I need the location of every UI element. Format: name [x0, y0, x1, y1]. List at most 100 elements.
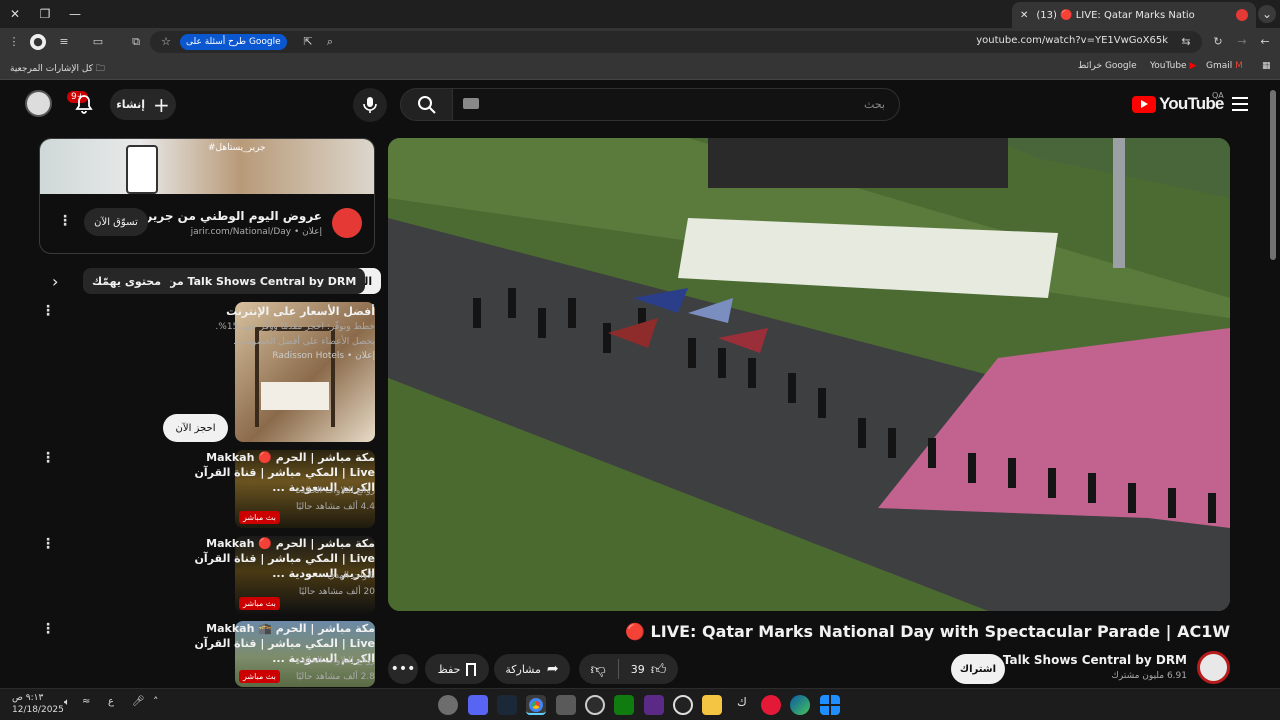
related-channel-3: روائع التلاوات الخالدة — [296, 656, 375, 666]
bell-icon[interactable] — [72, 93, 96, 117]
youtube-logo[interactable]: YouTube QA — [1132, 91, 1224, 114]
shop-now-button[interactable]: تسوّق الآن — [84, 208, 148, 236]
tab-youtube[interactable]: ✕ (13) 🔴 LIVE: Qatar Marks Natio — [1012, 2, 1256, 28]
reload-icon[interactable]: ↻ — [1210, 34, 1226, 50]
discord-icon[interactable] — [468, 695, 488, 715]
clock-time: ٩:١٣ ص — [12, 693, 44, 703]
channel-avatar[interactable] — [1197, 651, 1230, 684]
reading-list-icon[interactable]: ≡ — [56, 34, 72, 50]
file-explorer-icon[interactable] — [702, 695, 722, 715]
url-text: youtube.com/watch?v=YE1VwGoX65k — [976, 35, 1168, 46]
hotel-ad-more-icon[interactable]: ⋮ — [41, 304, 55, 318]
share-button[interactable]: مشاركة ➦ — [494, 654, 570, 684]
ad-card[interactable]: #جرير_يستاهل عروض اليوم الوطني من جرير إ… — [39, 138, 375, 254]
wifi-icon[interactable]: ≈ — [82, 696, 90, 707]
share-icon: ➦ — [546, 661, 559, 677]
subscribe-button[interactable]: اشتراك — [951, 654, 1005, 684]
tab-search-icon[interactable]: ⌄ — [1258, 5, 1276, 23]
browser-toolbar: ⋮ ● ≡ ▭ ⧉ ☆ طرح أسئلة على Google ⇱ ⌕ you… — [0, 28, 1280, 56]
cast-icon[interactable]: ▭ — [90, 34, 106, 50]
video-player[interactable] — [388, 138, 1230, 611]
ask-google-button[interactable]: طرح أسئلة على Google — [180, 34, 287, 50]
back-icon[interactable]: ← — [1257, 34, 1273, 50]
all-bookmarks-folder[interactable]: كل الإشارات المرجعية 🗀 — [10, 61, 105, 77]
ad-title[interactable]: عروض اليوم الوطني من جرير — [145, 209, 322, 223]
video-title: 🔴 LIVE: Qatar Marks National Day with Sp… — [625, 622, 1230, 641]
clock[interactable]: ٩:١٣ ص 12/18/2025 — [12, 692, 64, 716]
taskbar-app-icon[interactable] — [438, 695, 458, 715]
xbox-icon[interactable] — [614, 695, 634, 715]
chip-from-channel[interactable]: من Talk Shows Central by DRM — [158, 268, 366, 294]
lens-icon[interactable]: ⌕ — [322, 34, 338, 50]
hotel-ad-title[interactable]: أفضل الأسعار على الإنترنت — [185, 304, 375, 319]
hamburger-menu-icon[interactable] — [1232, 97, 1248, 111]
profile-icon[interactable]: ● — [30, 34, 46, 50]
phone-graphic — [126, 145, 158, 194]
live-badge: بث مباشر — [239, 670, 280, 683]
close-window-icon[interactable]: ✕ — [6, 5, 24, 23]
related-views-1: 4.4 ألف مشاهد حاليًا — [295, 502, 375, 512]
bookmarks-bar: كل الإشارات المرجعية 🗀 خرائط Google YouT… — [0, 56, 1280, 80]
windows-start-icon[interactable] — [820, 695, 840, 715]
save-button[interactable]: حفظ — [425, 654, 489, 684]
tab-close-icon[interactable]: ✕ — [1020, 10, 1028, 21]
maps-label: خرائط Google — [1078, 61, 1137, 71]
dislike-icon[interactable]: 👎︎ — [591, 660, 606, 679]
related-channel-1: روائع التلاوات الخالدة — [296, 486, 375, 496]
ad-sponsor: إعلان • jarir.com/National/Day — [190, 227, 322, 237]
page-scrollbar[interactable] — [1270, 90, 1276, 260]
microphone-icon — [363, 97, 377, 113]
obs-icon[interactable] — [585, 695, 605, 715]
windows-taskbar: ٩:١٣ ص 12/18/2025 🔈︎ ≈ ع 🎤︎ ˄ ك — [0, 688, 1280, 720]
voice-search-button[interactable] — [353, 88, 387, 122]
share-label: مشاركة — [505, 662, 541, 676]
chips-next-icon[interactable]: › — [52, 272, 58, 291]
address-bar[interactable]: ☆ طرح أسئلة على Google ⇱ ⌕ youtube.com/w… — [150, 31, 1202, 53]
bookmark-youtube[interactable]: YouTube ▶ — [1150, 61, 1196, 71]
chip-related[interactable]: محتوى يهمّك — [83, 268, 171, 294]
related-more-icon-3[interactable]: ⋮ — [41, 622, 55, 636]
input-language[interactable]: ع — [108, 696, 114, 707]
related-more-icon-2[interactable]: ⋮ — [41, 537, 55, 551]
apps-grid-icon[interactable]: ▦ — [1262, 61, 1271, 71]
edge-icon[interactable] — [790, 695, 810, 715]
gmail-label: Gmail — [1206, 61, 1233, 71]
book-now-button[interactable]: احجز الآن — [163, 414, 228, 442]
restore-window-icon[interactable]: ❐ — [36, 5, 54, 23]
ad-more-icon[interactable]: ⋮ — [58, 214, 72, 228]
like-icon[interactable]: 👍︎ — [651, 660, 667, 679]
forward-icon[interactable]: → — [1234, 34, 1250, 50]
volume-icon[interactable]: 🔈︎ — [64, 697, 70, 708]
nzxt-icon[interactable] — [644, 695, 664, 715]
share-page-icon[interactable]: ⇱ — [300, 34, 316, 50]
tray-overflow-icon[interactable]: ˄ — [153, 695, 159, 708]
more-actions-icon[interactable]: ••• — [388, 654, 418, 684]
settings-gear-icon[interactable] — [556, 695, 576, 715]
ad-banner-image[interactable]: #جرير_يستاهل — [40, 139, 374, 194]
site-info-icon[interactable]: ⇆ — [1178, 34, 1194, 50]
bookmark-star-icon[interactable]: ☆ — [158, 34, 174, 50]
create-button[interactable]: إنشاء + — [110, 89, 176, 120]
keyboard-icon[interactable] — [463, 98, 479, 109]
youtube-play-icon — [1132, 95, 1156, 113]
hotel-ad-description: خطط وبوفّر: احجز مقدمًا ووفّر حتى 15%. ي… — [215, 322, 375, 347]
channel-name[interactable]: Talk Shows Central by DRM — [1003, 653, 1187, 667]
mic-tray-icon[interactable]: 🎤︎ — [132, 696, 145, 707]
related-more-icon-1[interactable]: ⋮ — [41, 451, 55, 465]
search-input[interactable]: بحث — [452, 88, 900, 121]
extensions-icon[interactable]: ⧉ — [128, 34, 144, 50]
save-label: حفظ — [437, 662, 461, 676]
hotel-ad-sponsor: إعلان • Radisson Hotels — [272, 351, 375, 361]
search-button[interactable] — [400, 88, 453, 121]
minimize-window-icon[interactable]: — — [66, 5, 84, 23]
bookmark-maps[interactable]: خرائط Google — [1078, 61, 1137, 71]
red-app-icon[interactable] — [761, 695, 781, 715]
steam-icon[interactable] — [497, 695, 517, 715]
arabic-app-icon[interactable]: ك — [732, 695, 752, 715]
avatar[interactable] — [25, 90, 52, 117]
country-code: QA — [1212, 91, 1224, 100]
bookmark-gmail[interactable]: Gmail M — [1206, 61, 1243, 71]
menu-dots-icon[interactable]: ⋮ — [6, 34, 22, 50]
chrome-icon[interactable] — [526, 695, 546, 715]
circle-app-icon[interactable] — [673, 695, 693, 715]
